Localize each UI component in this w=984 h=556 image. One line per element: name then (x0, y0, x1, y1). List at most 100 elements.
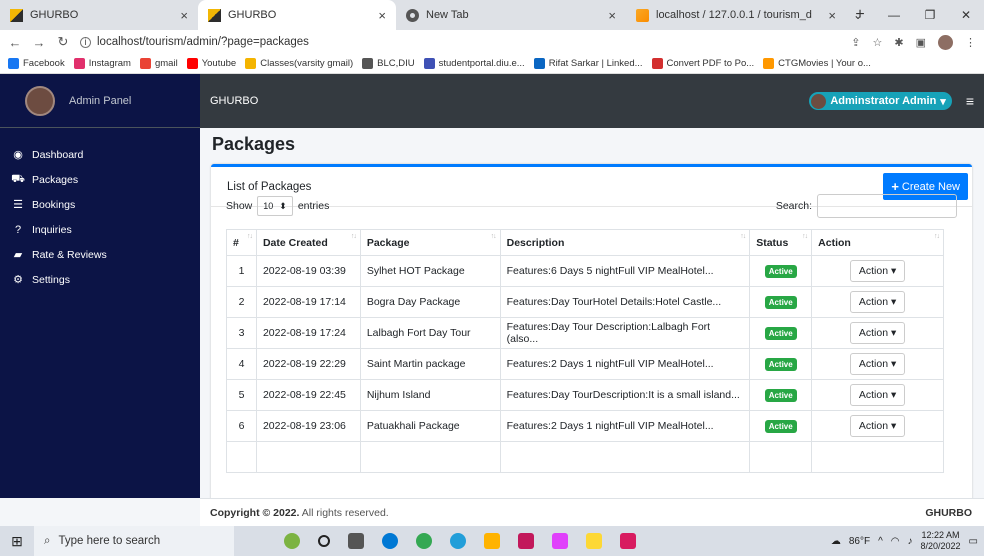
windows-start-icon[interactable]: ⊞ (0, 533, 34, 550)
action-cell: Action ▾ (811, 317, 944, 349)
bookmark-item[interactable]: Instagram (73, 58, 131, 69)
bookmark-item[interactable]: Convert PDF to Po... (651, 58, 755, 69)
bookmark-label: Convert PDF to Po... (666, 58, 755, 69)
app3-icon[interactable] (586, 533, 602, 549)
extensions-icon[interactable]: ✱ (894, 36, 903, 49)
menu-icon: ⛟ (11, 172, 25, 185)
action-dropdown-button[interactable]: Action ▾ (849, 384, 906, 406)
bookmark-item[interactable]: gmail (139, 58, 178, 69)
minimize-button[interactable]: — (876, 8, 912, 22)
empty-cell (811, 441, 944, 473)
column-header[interactable]: Action ↑↓ (811, 229, 944, 256)
app2-icon[interactable] (552, 533, 568, 549)
site-info-icon[interactable]: i (80, 36, 91, 48)
sidebar-item-dashboard[interactable]: ◉ Dashboard (0, 142, 200, 167)
profile-avatar[interactable] (938, 34, 953, 50)
telegram-icon[interactable] (450, 533, 466, 549)
action-dropdown-button[interactable]: Action ▾ (849, 260, 906, 282)
bookmark-item[interactable]: studentportal.diu.e... (423, 58, 525, 69)
taskbar-search[interactable]: ⌕ Type here to search (34, 526, 234, 556)
date-created: 2022-08-19 22:29 (255, 348, 361, 380)
browser-tab[interactable]: New Tab × (396, 0, 626, 30)
action-dropdown-button[interactable]: Action ▾ (849, 415, 906, 437)
edge-icon[interactable] (382, 533, 398, 549)
action-dropdown-button[interactable]: Action ▾ (849, 353, 906, 375)
column-header[interactable]: Description ↑↓ (499, 229, 751, 256)
sidebar-item-bookings[interactable]: ☰ Bookings (0, 192, 200, 217)
bookmark-label: Classes(varsity gmail) (260, 58, 354, 69)
weather-temp[interactable]: 86°F (849, 536, 870, 547)
network-icon[interactable]: ◠ (891, 536, 900, 547)
copyright-rest: All rights reserved. (301, 506, 389, 519)
entries-value: 10 (263, 201, 274, 211)
sidebar-item-settings[interactable]: ⚙ Settings (0, 267, 200, 292)
column-header[interactable]: # ↑↓ (226, 229, 257, 256)
bookmark-item[interactable]: Facebook (8, 58, 65, 69)
bookmark-item[interactable]: CTGMovies | Your o... (763, 58, 871, 69)
browser-menu-icon[interactable]: ⋮ (965, 36, 976, 49)
status-cell: Active (749, 379, 813, 411)
close-window-button[interactable]: ✕ (948, 8, 984, 22)
sidebar-item-rate-reviews[interactable]: ▰ Rate & Reviews (0, 242, 200, 267)
browser-tab[interactable]: GHURBO × (198, 0, 396, 30)
entries-label: entries (297, 200, 330, 212)
browser-tab[interactable]: localhost / 127.0.0.1 / tourism_d × (626, 0, 846, 30)
hamburger-menu-icon[interactable]: ≡ (966, 93, 974, 109)
user-menu-button[interactable]: Adminstrator Admin ▾ (809, 92, 952, 110)
column-header[interactable]: Package ↑↓ (359, 229, 501, 256)
reload-icon[interactable]: ↻ (56, 34, 70, 50)
entries-select[interactable]: 10 ⬍ (257, 196, 293, 216)
row-number: 2 (226, 286, 257, 318)
close-tab-icon[interactable]: × (608, 8, 616, 23)
status-badge: Active (764, 420, 797, 433)
tab-title: New Tab (426, 9, 469, 21)
chrome-icon[interactable] (416, 533, 432, 549)
cortana-icon[interactable] (318, 535, 330, 547)
close-tab-icon[interactable]: × (378, 8, 386, 23)
search-input[interactable] (817, 194, 957, 218)
column-header[interactable]: Status ↑↓ (749, 229, 813, 256)
file-explorer-icon[interactable] (484, 533, 500, 549)
column-header[interactable]: Date Created ↑↓ (255, 229, 361, 256)
browser-tab[interactable]: GHURBO × (0, 0, 198, 30)
status-cell: Active (749, 286, 813, 318)
widgets-icon[interactable] (284, 533, 300, 549)
package-name: Nijhum Island (359, 379, 501, 411)
action-cell: Action ▾ (811, 379, 944, 411)
close-tab-icon[interactable]: × (180, 8, 188, 23)
sidebar-item-packages[interactable]: ⛟ Packages (0, 167, 200, 192)
url-field[interactable]: i localhost/tourism/admin/?page=packages (80, 36, 841, 48)
app-icon[interactable] (518, 533, 534, 549)
back-icon[interactable]: ← (8, 35, 22, 50)
forward-icon[interactable]: → (32, 35, 46, 50)
package-description: Features:Day Tour Description:Lalbagh Fo… (499, 317, 751, 349)
share-icon[interactable]: ⇪ (851, 36, 860, 49)
admin-sidebar: Admin Panel ◉ Dashboard ⛟ Packages ☰ Bookings… (0, 74, 200, 498)
task-view-icon[interactable] (348, 533, 364, 549)
bookmark-star-icon[interactable]: ☆ (873, 36, 883, 49)
action-dropdown-button[interactable]: Action ▾ (849, 291, 906, 313)
browser-actions: ⇪ ☆ ✱ ▣ ⋮ (851, 34, 976, 50)
bookmark-item[interactable]: BLC,DIU (362, 58, 415, 69)
restore-button[interactable]: ❐ (912, 8, 948, 22)
close-tab-icon[interactable]: × (828, 8, 836, 23)
tab-search-icon[interactable]: ⌄ (840, 8, 876, 22)
volume-icon[interactable]: ♪ (908, 536, 913, 547)
notifications-icon[interactable]: ▭ (969, 536, 978, 547)
newtab-favicon-icon (406, 8, 419, 22)
bookmark-item[interactable]: Classes(varsity gmail) (245, 58, 353, 69)
caret-down-icon: ▾ (891, 327, 897, 339)
bookmark-item[interactable]: Rifat Sarkar | Linked... (533, 58, 643, 69)
sidebar-brand[interactable]: Admin Panel (0, 74, 200, 128)
app4-icon[interactable] (620, 533, 636, 549)
bookmark-item[interactable]: Youtube (186, 58, 236, 69)
row-number: 4 (226, 348, 257, 380)
taskbar-clock[interactable]: 12:22 AM 8/20/2022 (921, 530, 961, 552)
column-header-label: Date Created (262, 236, 328, 249)
sort-icon: ↑↓ (246, 233, 253, 240)
sidepanel-icon[interactable]: ▣ (916, 36, 926, 49)
action-dropdown-button[interactable]: Action ▾ (849, 322, 906, 344)
table-controls: Show 10 ⬍ entries Search: (226, 194, 957, 218)
tray-chevron-icon[interactable]: ^ (878, 536, 883, 547)
sidebar-item-inquiries[interactable]: ? Inquiries (0, 217, 200, 242)
